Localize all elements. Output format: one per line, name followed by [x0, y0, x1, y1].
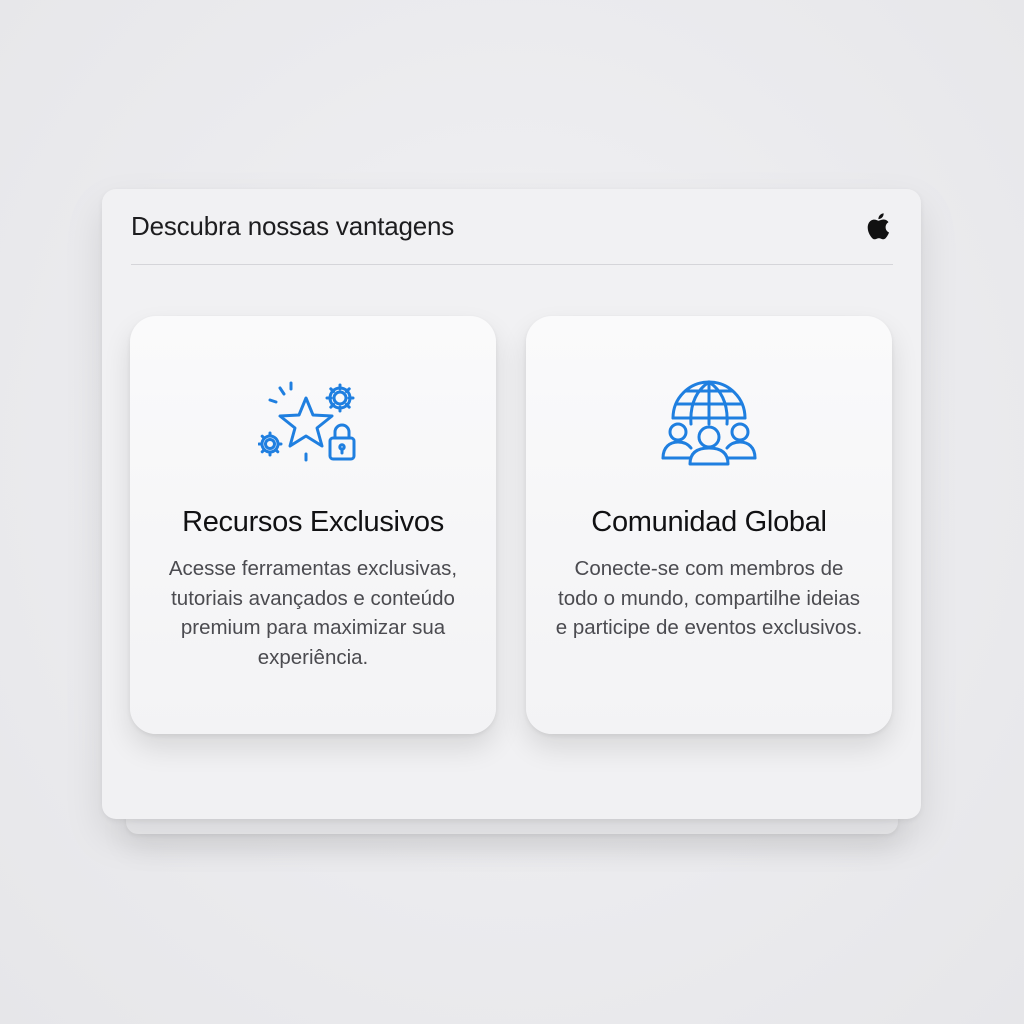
feature-card-exclusive-resources[interactable]: Recursos Exclusivos Acesse ferramentas e…: [130, 316, 496, 734]
card-description: Acesse ferramentas exclusivas, tutoriais…: [168, 557, 458, 669]
feature-card-global-community[interactable]: Comunidad Global Conecte-se com membros …: [526, 316, 892, 734]
card-title: Recursos Exclusivos: [182, 506, 444, 538]
globe-people-icon: [661, 380, 757, 466]
star-gears-lock-icon: [258, 381, 356, 462]
benefits-panel: Descubra nossas vantagens Recursos Exclu…: [102, 189, 921, 819]
panel-title: Descubra nossas vantagens: [131, 211, 455, 241]
apple-logo-icon: [867, 213, 889, 240]
header-divider: [131, 264, 893, 265]
card-title: Comunidad Global: [591, 506, 827, 538]
card-description: Conecte-se com membros de todo o mundo, …: [555, 557, 863, 639]
